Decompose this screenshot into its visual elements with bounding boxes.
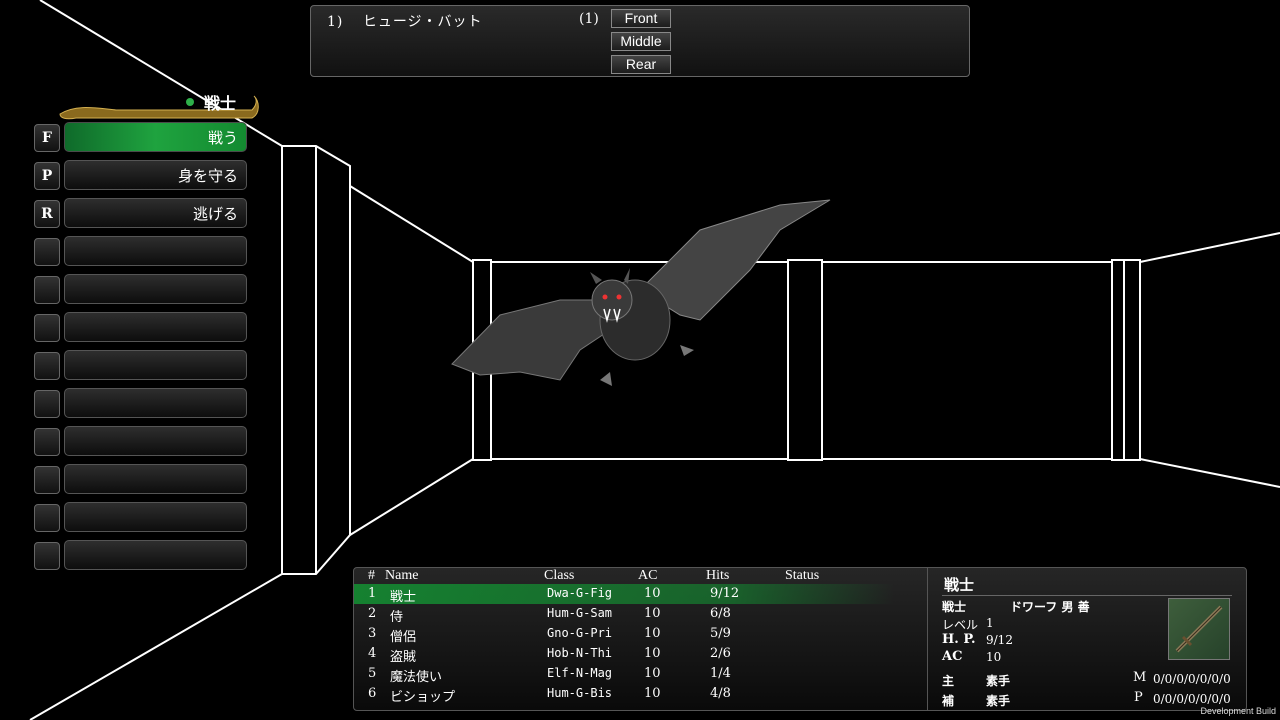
party-cell-hits: 4/8 (710, 686, 731, 701)
party-row[interactable]: 2 侍 Hum-G-Sam 10 6/8 (354, 604, 894, 625)
enemy-group-index: 1) (327, 14, 344, 30)
ac-label: AC (942, 649, 963, 664)
equipped-weapon-portrait[interactable] (1168, 598, 1230, 660)
header-hits: Hits (706, 568, 730, 583)
party-row[interactable]: 5 魔法使い Elf-N-Mag 10 1/4 (354, 664, 894, 685)
hp-value: 9/12 (986, 633, 1013, 647)
command-key-10[interactable] (34, 466, 60, 494)
party-cell-hits: 5/9 (710, 626, 731, 641)
command-button-1[interactable]: 戦う (64, 122, 247, 152)
command-key-6[interactable] (34, 314, 60, 342)
party-cell-num: 1 (368, 586, 377, 601)
front-row-button[interactable]: Front (611, 9, 671, 28)
level-value: 1 (986, 616, 994, 630)
command-button-8[interactable] (64, 388, 247, 418)
party-cell-num: 4 (368, 646, 377, 661)
enemy-group-count: (1) (579, 11, 599, 27)
active-character-name: 戦士 (204, 94, 237, 113)
command-key-3[interactable]: R (34, 200, 60, 228)
command-key-2[interactable]: P (34, 162, 60, 190)
party-cell-class: Gno-G-Pri (547, 626, 613, 640)
detail-name: 戦士 (944, 576, 975, 594)
p-label: P (1134, 690, 1143, 705)
header-name: Name (385, 568, 419, 583)
command-button-12[interactable] (64, 540, 247, 570)
sub-weapon-label: 補 (942, 694, 955, 708)
header-class: Class (544, 568, 575, 583)
party-cell-hits: 6/8 (710, 606, 731, 621)
command-button-5[interactable] (64, 274, 247, 304)
party-cell-class: Hum-G-Bis (547, 686, 613, 700)
level-label: レベル (942, 618, 979, 632)
party-cell-hits: 9/12 (710, 586, 740, 601)
enemy-list-panel: 1) ヒュージ・バット (1) Front Middle Rear (310, 5, 970, 77)
command-button-9[interactable] (64, 426, 247, 456)
enemy-group-name: ヒュージ・バット (362, 14, 483, 30)
command-key-1[interactable]: F (34, 124, 60, 152)
party-cell-name: 戦士 (390, 590, 417, 605)
party-cell-num: 2 (368, 606, 377, 621)
header-status: Status (785, 568, 820, 583)
main-weapon-label: 主 (942, 674, 955, 688)
development-build-label: Development Build (1200, 706, 1276, 716)
party-cell-ac: 10 (644, 626, 661, 641)
m-label: M (1133, 670, 1147, 685)
rear-row-button[interactable]: Rear (611, 55, 671, 74)
middle-row-button[interactable]: Middle (611, 32, 671, 51)
party-cell-class: Hob-N-Thi (547, 646, 613, 660)
party-cell-name: 魔法使い (390, 670, 443, 685)
sword-icon (1175, 605, 1223, 653)
party-cell-class: Hum-G-Sam (547, 606, 613, 620)
party-row[interactable]: 3 僧侶 Gno-G-Pri 10 5/9 (354, 624, 894, 645)
command-key-9[interactable] (34, 428, 60, 456)
party-cell-num: 6 (368, 686, 377, 701)
party-cell-ac: 10 (644, 586, 661, 601)
party-cell-ac: 10 (644, 606, 661, 621)
detail-divider (942, 595, 1232, 596)
party-table: # Name Class AC Hits Status 1 戦士 Dwa-G-Fig… (353, 567, 928, 711)
command-key-5[interactable] (34, 276, 60, 304)
m-spell-slots: 0/0/0/0/0/0/0 (1153, 672, 1231, 686)
sub-weapon-value: 素手 (986, 694, 1011, 708)
hp-label: H. P. (942, 632, 976, 647)
detail-race-gender-align: ドワーフ 男 善 (1010, 600, 1090, 614)
main-weapon-value: 素手 (986, 674, 1011, 688)
command-button-3[interactable]: 逃げる (64, 198, 247, 228)
party-cell-hits: 1/4 (710, 666, 731, 681)
huge-bat-sprite[interactable] (451, 199, 831, 386)
command-button-7[interactable] (64, 350, 247, 380)
command-button-11[interactable] (64, 502, 247, 532)
party-cell-num: 5 (368, 666, 377, 681)
party-cell-ac: 10 (644, 666, 661, 681)
party-cell-hits: 2/6 (710, 646, 731, 661)
party-cell-name: 盗賊 (390, 650, 417, 665)
party-row[interactable]: 1 戦士 Dwa-G-Fig 10 9/12 (354, 584, 894, 605)
header-ac: AC (638, 568, 658, 583)
party-row[interactable]: 4 盗賊 Hob-N-Thi 10 2/6 (354, 644, 894, 665)
party-cell-ac: 10 (644, 646, 661, 661)
party-cell-class: Dwa-G-Fig (547, 586, 613, 600)
party-cell-ac: 10 (644, 686, 661, 701)
command-button-6[interactable] (64, 312, 247, 342)
ac-value: 10 (986, 650, 1002, 664)
command-key-8[interactable] (34, 390, 60, 418)
p-spell-slots: 0/0/0/0/0/0/0 (1153, 692, 1231, 706)
enemy-group-row[interactable]: 1) ヒュージ・バット (327, 11, 497, 31)
party-cell-name: 僧侶 (390, 630, 417, 645)
header-num: # (368, 568, 375, 583)
party-cell-name: ビショップ (390, 690, 456, 705)
command-key-12[interactable] (34, 542, 60, 570)
party-cell-num: 3 (368, 626, 377, 641)
command-button-2[interactable]: 身を守る (64, 160, 247, 190)
command-button-4[interactable] (64, 236, 247, 266)
party-row[interactable]: 6 ビショップ Hum-G-Bis 10 4/8 (354, 684, 894, 705)
party-cell-class: Elf-N-Mag (547, 666, 613, 680)
command-button-10[interactable] (64, 464, 247, 494)
detail-class: 戦士 (942, 600, 967, 614)
party-cell-name: 侍 (390, 610, 404, 625)
command-key-11[interactable] (34, 504, 60, 532)
command-key-4[interactable] (34, 238, 60, 266)
command-key-7[interactable] (34, 352, 60, 380)
character-detail-panel: 戦士 戦士 ドワーフ 男 善 レベル 1 H. P. 9/12 AC 10 主 … (927, 567, 1247, 711)
